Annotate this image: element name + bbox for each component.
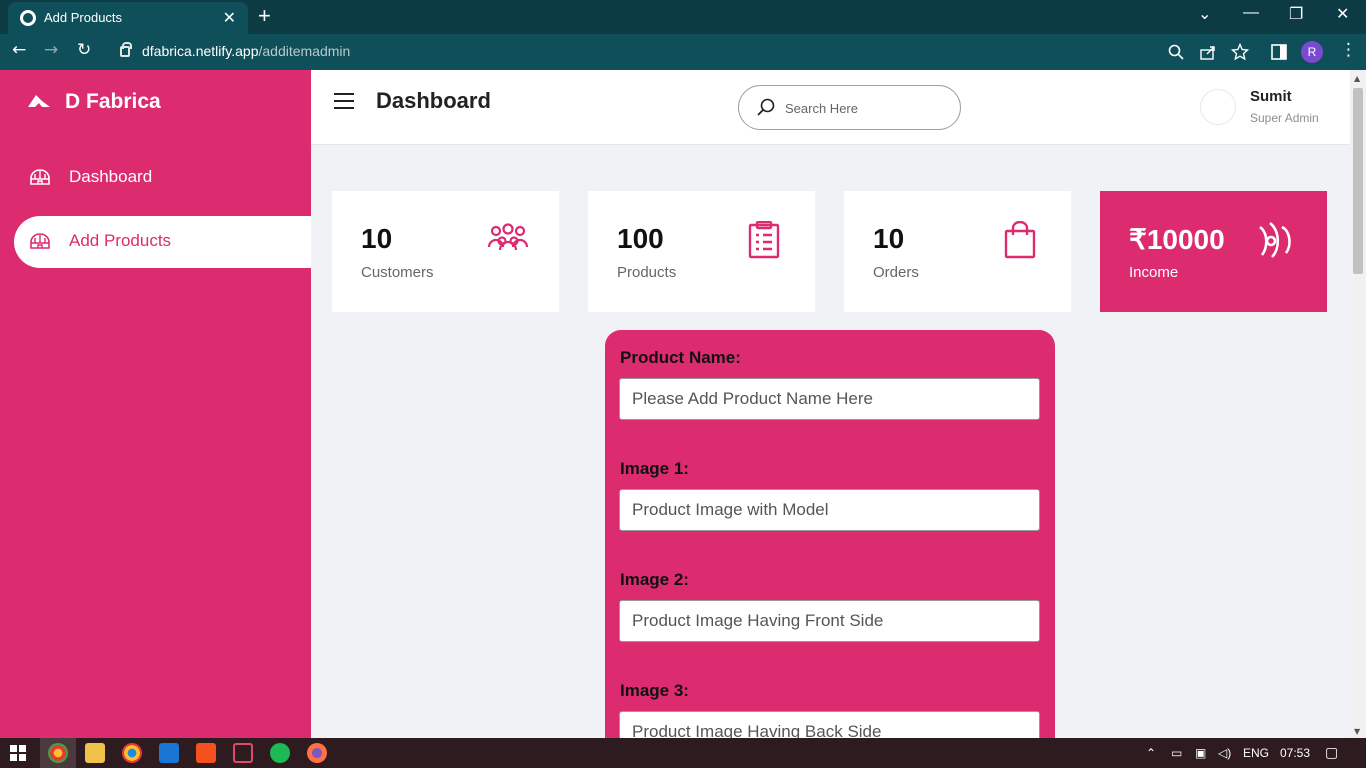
top-header: Dashboard Sumit Super Admin (311, 70, 1350, 145)
share-icon[interactable] (1200, 44, 1216, 60)
add-product-form: Product Name: Image 1: Image 2: Image 3: (605, 330, 1055, 753)
product-name-input[interactable] (619, 378, 1040, 420)
chrome-icon[interactable] (48, 743, 68, 763)
sidebar: D Fabrica Dashboard Add Products (0, 70, 311, 738)
minimize-button[interactable]: — (1243, 4, 1259, 22)
sidebar-item-dashboard[interactable]: Dashboard (14, 152, 311, 204)
url-host: dfabrica.netlify.app (142, 43, 259, 59)
people-icon (488, 223, 528, 251)
browser-tab-bar: Add Products ✕ + ⌄ — ❐ ✕ (0, 0, 1366, 34)
tab-search-button[interactable]: ⌄ (1198, 4, 1211, 24)
show-hidden-icons-icon[interactable]: ⌃ (1146, 746, 1156, 760)
profile-avatar[interactable]: R (1301, 41, 1323, 63)
browser-toolbar: ← → ↻ dfabrica.netlify.app/additemadmin … (0, 34, 1366, 70)
user-name: Sumit (1250, 88, 1292, 105)
forward-arrow-icon[interactable]: → (44, 40, 58, 60)
stat-card-income[interactable]: ₹10000 Income (1100, 191, 1327, 312)
url-path: /additemadmin (258, 43, 351, 59)
card-value: 10 (873, 223, 905, 254)
restore-button[interactable]: ❐ (1289, 4, 1303, 24)
hamburger-menu-icon[interactable] (334, 93, 354, 109)
file-explorer-icon[interactable] (85, 743, 105, 763)
sidebar-item-label: Add Products (69, 231, 172, 250)
image-3-label: Image 3: (620, 681, 689, 700)
back-arrow-icon[interactable]: ← (12, 40, 26, 60)
image-2-label: Image 2: (620, 570, 689, 589)
stat-card-orders[interactable]: 10 Orders (844, 191, 1071, 312)
bookmark-star-icon[interactable] (1231, 43, 1249, 61)
url-text[interactable]: dfabrica.netlify.app/additemadmin (142, 43, 350, 59)
shopping-bag-icon (1004, 221, 1036, 259)
new-tab-button[interactable]: + (258, 3, 271, 29)
lock-icon (120, 42, 132, 57)
notification-icon[interactable]: ▢ (1325, 744, 1338, 761)
zoom-icon[interactable] (1168, 44, 1184, 60)
page-title: Dashboard (376, 88, 491, 113)
network-icon[interactable]: ▣ (1195, 746, 1206, 760)
card-label: Income (1129, 264, 1179, 281)
image-1-input[interactable] (619, 489, 1040, 531)
image-2-input[interactable] (619, 600, 1040, 642)
chrome-icon[interactable] (122, 743, 142, 763)
vscode-icon[interactable] (159, 743, 179, 763)
globe-icon (20, 10, 36, 26)
card-value: 10 (361, 223, 393, 254)
brand-name[interactable]: D Fabrica (65, 90, 161, 114)
user-role: Super Admin (1250, 111, 1319, 125)
close-tab-button[interactable]: ✕ (223, 8, 236, 28)
search-input[interactable] (785, 98, 945, 118)
card-label: Customers (361, 264, 434, 281)
scrollbar-thumb[interactable] (1353, 88, 1363, 274)
brand-logo-icon (28, 95, 50, 107)
stat-card-products[interactable]: 100 Products (588, 191, 815, 312)
sidebar-item-add-products[interactable]: Add Products (14, 216, 311, 268)
product-name-label: Product Name: (620, 348, 741, 367)
card-value: ₹10000 (1129, 224, 1225, 255)
igloo-icon (30, 233, 50, 249)
app-icon[interactable] (233, 743, 253, 763)
card-label: Orders (873, 264, 919, 281)
scroll-up-arrow-icon[interactable]: ▲ (1354, 74, 1360, 83)
money-icon (1259, 221, 1291, 258)
card-value: 100 (617, 223, 664, 254)
volume-icon[interactable]: ◁) (1218, 746, 1231, 760)
side-panel-icon[interactable] (1271, 44, 1287, 60)
language-indicator[interactable]: ENG (1243, 746, 1269, 760)
igloo-icon (30, 169, 50, 185)
user-avatar[interactable] (1200, 89, 1236, 125)
close-window-button[interactable]: ✕ (1336, 4, 1349, 24)
image-1-label: Image 1: (620, 459, 689, 478)
page-scrollbar[interactable]: ▲ ▼ (1350, 70, 1366, 738)
browser-tab[interactable]: Add Products ✕ (8, 2, 248, 34)
search-box[interactable] (738, 85, 961, 130)
sidebar-item-label: Dashboard (69, 167, 153, 186)
card-label: Products (617, 264, 677, 281)
windows-taskbar: ⌃ ▭ ▣ ◁) ENG 07:53 ▢ (0, 738, 1366, 768)
windows-start-icon[interactable] (10, 745, 26, 761)
tab-title: Add Products (44, 10, 123, 25)
clipboard-icon (748, 221, 780, 259)
more-menu-icon[interactable]: ⋮ (1340, 40, 1357, 60)
stat-card-customers[interactable]: 10 Customers (332, 191, 559, 312)
firefox-icon[interactable] (307, 743, 327, 763)
address-bar[interactable]: dfabrica.netlify.app/additemadmin (108, 38, 1198, 66)
scroll-down-arrow-icon[interactable]: ▼ (1354, 727, 1360, 736)
reload-icon[interactable]: ↻ (77, 40, 91, 60)
search-icon (757, 98, 775, 116)
clock[interactable]: 07:53 (1280, 746, 1310, 760)
battery-icon[interactable]: ▭ (1171, 746, 1182, 760)
spotify-icon[interactable] (270, 743, 290, 763)
brave-icon[interactable] (196, 743, 216, 763)
